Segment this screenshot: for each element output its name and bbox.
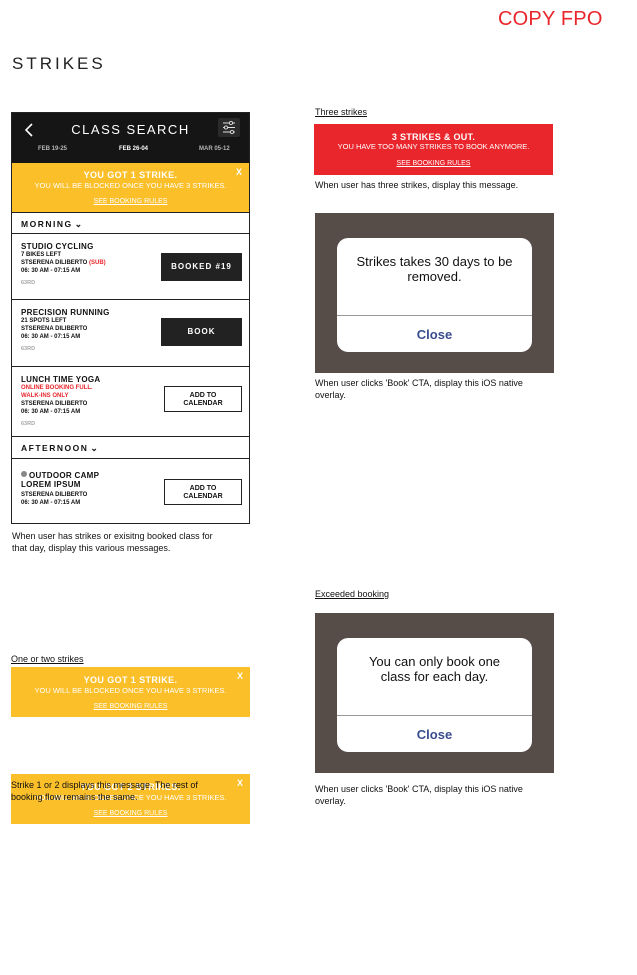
add-to-calendar-button[interactable]: ADD TO CALENDAR [164, 386, 242, 412]
caption-line: overlay. [315, 390, 346, 400]
caption-line: When user has strikes or exisitng booked… [12, 531, 213, 541]
close-icon[interactable]: X [237, 671, 243, 681]
date-tabs: FEB 19-25 FEB 26-04 MAR 05-12 [12, 146, 249, 158]
add-to-calendar-button[interactable]: ADD TO CALENDAR [164, 479, 242, 505]
class-name: STUDIO CYCLING [21, 242, 94, 251]
close-icon[interactable]: X [237, 778, 243, 788]
banner-text: YOU WILL BE BLOCKED ONCE YOU HAVE 3 STRI… [34, 181, 227, 190]
class-row: STUDIO CYCLING 7 BIKES LEFT STSERENA DIL… [12, 234, 249, 300]
chevron-down-icon: ⌄ [90, 443, 100, 453]
screen-title: CLASS SEARCH [71, 122, 190, 137]
banner-title: 3 STRIKES & OUT. [391, 132, 476, 142]
app-header: CLASS SEARCH FEB 19-25 FEB 26-04 MAR 05-… [12, 113, 249, 163]
three-strikes-label: Three strikes [315, 107, 368, 117]
close-button[interactable]: Close [337, 727, 532, 742]
date-tab-3[interactable]: MAR 05-12 [199, 146, 230, 152]
booking-rules-link[interactable]: SEE BOOKING RULES [12, 198, 249, 205]
booking-rules-link[interactable]: SEE BOOKING RULES [11, 810, 250, 817]
instructor-name: STSERENA DILIBERTO [21, 260, 88, 266]
class-row: OUTDOOR CAMP LOREM IPSUM STSERENA DILIBE… [12, 459, 249, 519]
one-two-strikes-caption: Strike 1 or 2 displays this message. The… [11, 779, 198, 803]
copy-fpo-label: COPY FPO [498, 8, 603, 30]
button-label-line2: CALENDAR [183, 400, 223, 407]
divider [337, 315, 532, 316]
button-label-line1: ADD TO [189, 485, 217, 492]
class-row: PRECISION RUNNING 21 SPOTS LEFT STSERENA… [12, 300, 249, 367]
filter-icon[interactable] [218, 118, 240, 137]
date-tab-2-active[interactable]: FEB 26-04 [119, 146, 148, 152]
class-location: 63RD [21, 421, 36, 427]
alert-message-line: removed. [407, 269, 462, 284]
caption-line: booking flow remains the same. [11, 792, 138, 802]
info-icon[interactable] [21, 471, 27, 477]
overlay-caption: When user clicks 'Book' CTA, display thi… [315, 377, 523, 401]
one-strike-banner: YOU GOT 1 STRIKE. YOU WILL BE BLOCKED ON… [11, 667, 250, 717]
ios-alert: You can only book one class for each day… [337, 638, 532, 752]
class-row: LUNCH TIME YOGA ONLINE BOOKING FULL. WAL… [12, 367, 249, 437]
caption-line: When user clicks 'Book' CTA, display thi… [315, 378, 523, 388]
caption-line: overlay. [315, 796, 346, 806]
divider [337, 715, 532, 716]
section-header-morning[interactable]: MORNING ⌄ [12, 212, 249, 234]
phone-caption: When user has strikes or exisitng booked… [12, 530, 213, 554]
ios-alert: Strikes takes 30 days to be removed. Clo… [337, 238, 532, 352]
alert-message: Strikes takes 30 days to be removed. [337, 254, 532, 284]
caption-line: When user clicks 'Book' CTA, display thi… [315, 784, 523, 794]
close-icon[interactable]: X [236, 167, 242, 177]
button-label-line1: ADD TO [189, 392, 217, 399]
booking-rules-link[interactable]: SEE BOOKING RULES [314, 160, 553, 167]
caption-line: that day, display this various messages. [12, 543, 171, 553]
class-location: 63RD [21, 346, 36, 352]
caption-line: Strike 1 or 2 displays this message. The… [11, 780, 198, 790]
close-button[interactable]: Close [337, 327, 532, 342]
strike-banner: YOU GOT 1 STRIKE. YOU WILL BE BLOCKED ON… [12, 163, 249, 212]
alert-message: You can only book one class for each day… [337, 654, 532, 684]
class-name: PRECISION RUNNING [21, 308, 110, 317]
one-two-strikes-label: One or two strikes [11, 654, 84, 664]
alert-message-line: You can only book one [368, 654, 501, 669]
exceeded-booking-label: Exceeded booking [315, 589, 390, 599]
sub-tag: (SUB) [89, 260, 106, 266]
chevron-down-icon: ⌄ [74, 219, 84, 229]
banner-text: YOU HAVE TOO MANY STRIKES TO BOOK ANYMOR… [337, 142, 530, 151]
class-search-screen: CLASS SEARCH FEB 19-25 FEB 26-04 MAR 05-… [11, 112, 250, 524]
section-header-afternoon[interactable]: AFTERNOON ⌄ [12, 437, 249, 459]
ios-overlay-exceeded: You can only book one class for each day… [315, 613, 554, 773]
ios-overlay-strikes: Strikes takes 30 days to be removed. Clo… [315, 213, 554, 373]
page-title: STRIKES [12, 54, 106, 73]
section-label: AFTERNOON [21, 443, 89, 453]
three-strikes-banner: 3 STRIKES & OUT. YOU HAVE TOO MANY STRIK… [314, 124, 553, 175]
booking-rules-link[interactable]: SEE BOOKING RULES [11, 703, 250, 710]
date-tab-1[interactable]: FEB 19-25 [38, 146, 67, 152]
alert-message-line: class for each day. [380, 669, 489, 684]
button-label-line2: CALENDAR [183, 493, 223, 500]
three-strikes-caption: When user has three strikes, display thi… [315, 180, 519, 190]
booked-button[interactable]: BOOKED #19 [161, 253, 242, 281]
banner-title: YOU GOT 1 STRIKE. [83, 170, 178, 180]
banner-text: YOU WILL BE BLOCKED ONCE YOU HAVE 3 STRI… [34, 686, 227, 695]
section-label: MORNING [21, 219, 73, 229]
book-button[interactable]: BOOK [161, 318, 242, 346]
overlay-caption: When user clicks 'Book' CTA, display thi… [315, 783, 523, 807]
alert-message-line: Strikes takes 30 days to be [356, 254, 513, 269]
class-name: OUTDOOR CAMP [29, 471, 100, 480]
class-name: LUNCH TIME YOGA [21, 375, 101, 384]
banner-title: YOU GOT 1 STRIKE. [83, 675, 178, 685]
